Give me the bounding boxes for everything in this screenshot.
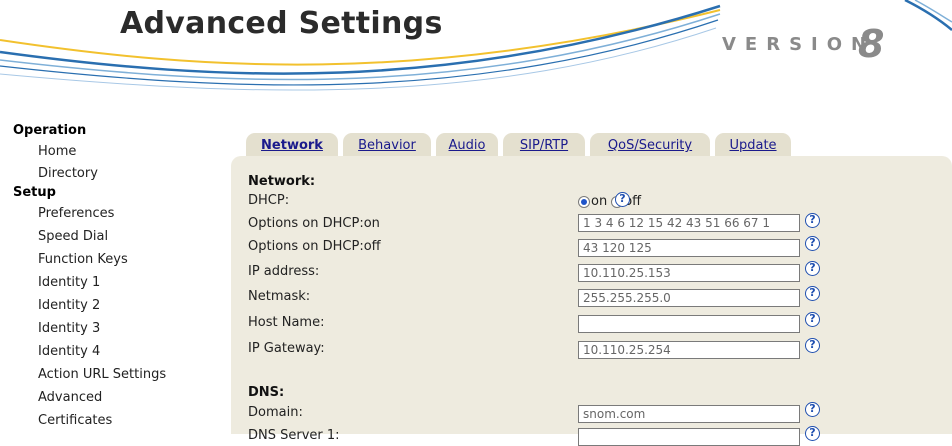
tab-network[interactable]: Network (246, 133, 338, 157)
options-dhcp-off-help-icon[interactable]: ? (805, 236, 820, 251)
ip-gateway-label: IP Gateway: (248, 341, 325, 356)
nav-item-action-url-settings[interactable]: Action URL Settings (0, 363, 230, 386)
dhcp-label: DHCP: (248, 193, 290, 208)
dhcp-on-label: on (591, 194, 608, 209)
dhcp-radio-group: on off (578, 194, 641, 209)
nav-item-identity-3[interactable]: Identity 3 (0, 317, 230, 340)
ip-address-help-icon[interactable]: ? (805, 261, 820, 276)
netmask-label: Netmask: (248, 289, 311, 304)
tab-update[interactable]: Update (715, 133, 791, 157)
nav-item-identity-2[interactable]: Identity 2 (0, 294, 230, 317)
nav-item-home[interactable]: Home (0, 140, 230, 163)
nav-item-preferences[interactable]: Preferences (0, 202, 230, 225)
nav-item-speed-dial[interactable]: Speed Dial (0, 225, 230, 248)
network-settings-panel: Network: DHCP: on off ? Options on DHCP:… (231, 156, 952, 446)
domain-input[interactable]: snom.com (578, 405, 800, 423)
dhcp-help-icon[interactable]: ? (615, 192, 630, 207)
options-dhcp-on-help-icon[interactable]: ? (805, 213, 820, 228)
host-name-input[interactable] (578, 315, 800, 333)
nav-item-identity-1[interactable]: Identity 1 (0, 271, 230, 294)
page-title: Advanced Settings (120, 6, 443, 41)
dns-server-1-label: DNS Server 1: (248, 428, 340, 443)
nav-item-advanced[interactable]: Advanced (0, 386, 230, 409)
nav-item-directory[interactable]: Directory (0, 163, 230, 184)
host-name-help-icon[interactable]: ? (805, 312, 820, 327)
nav-heading-setup: Setup (13, 185, 56, 200)
domain-help-icon[interactable]: ? (805, 402, 820, 417)
tab-qos-security[interactable]: QoS/Security (590, 133, 710, 157)
tab-sip-rtp[interactable]: SIP/RTP (503, 133, 585, 157)
domain-label: Domain: (248, 405, 303, 420)
options-dhcp-off-label: Options on DHCP:off (248, 239, 381, 254)
ip-address-input[interactable]: 10.110.25.153 (578, 264, 800, 282)
nav-item-identity-4[interactable]: Identity 4 (0, 340, 230, 363)
ip-gateway-input[interactable]: 10.110.25.254 (578, 341, 800, 359)
dhcp-on-radio[interactable] (578, 195, 590, 208)
header: Advanced Settings VERSION 8 (0, 0, 952, 105)
ip-address-label: IP address: (248, 264, 320, 279)
sidebar-nav: Operation Home Directory Setup Preferenc… (0, 120, 230, 432)
options-dhcp-on-input[interactable]: 1 3 4 6 12 15 42 43 51 66 67 1 (578, 214, 800, 232)
tab-audio[interactable]: Audio (436, 133, 498, 157)
ip-gateway-help-icon[interactable]: ? (805, 338, 820, 353)
nav-heading-operation: Operation (13, 123, 87, 138)
version-number: 8 (858, 22, 885, 66)
host-name-label: Host Name: (248, 315, 325, 330)
version-label: VERSION (722, 34, 876, 55)
nav-item-function-keys[interactable]: Function Keys (0, 248, 230, 271)
netmask-help-icon[interactable]: ? (805, 286, 820, 301)
options-dhcp-off-input[interactable]: 43 120 125 (578, 239, 800, 257)
section-heading-dns: DNS: (248, 385, 285, 400)
netmask-input[interactable]: 255.255.255.0 (578, 289, 800, 307)
section-heading-network: Network: (248, 174, 316, 189)
nav-item-certificates[interactable]: Certificates (0, 409, 230, 432)
tab-behavior[interactable]: Behavior (343, 133, 431, 157)
options-dhcp-on-label: Options on DHCP:on (248, 216, 380, 231)
dns-server-1-input[interactable] (578, 428, 800, 446)
